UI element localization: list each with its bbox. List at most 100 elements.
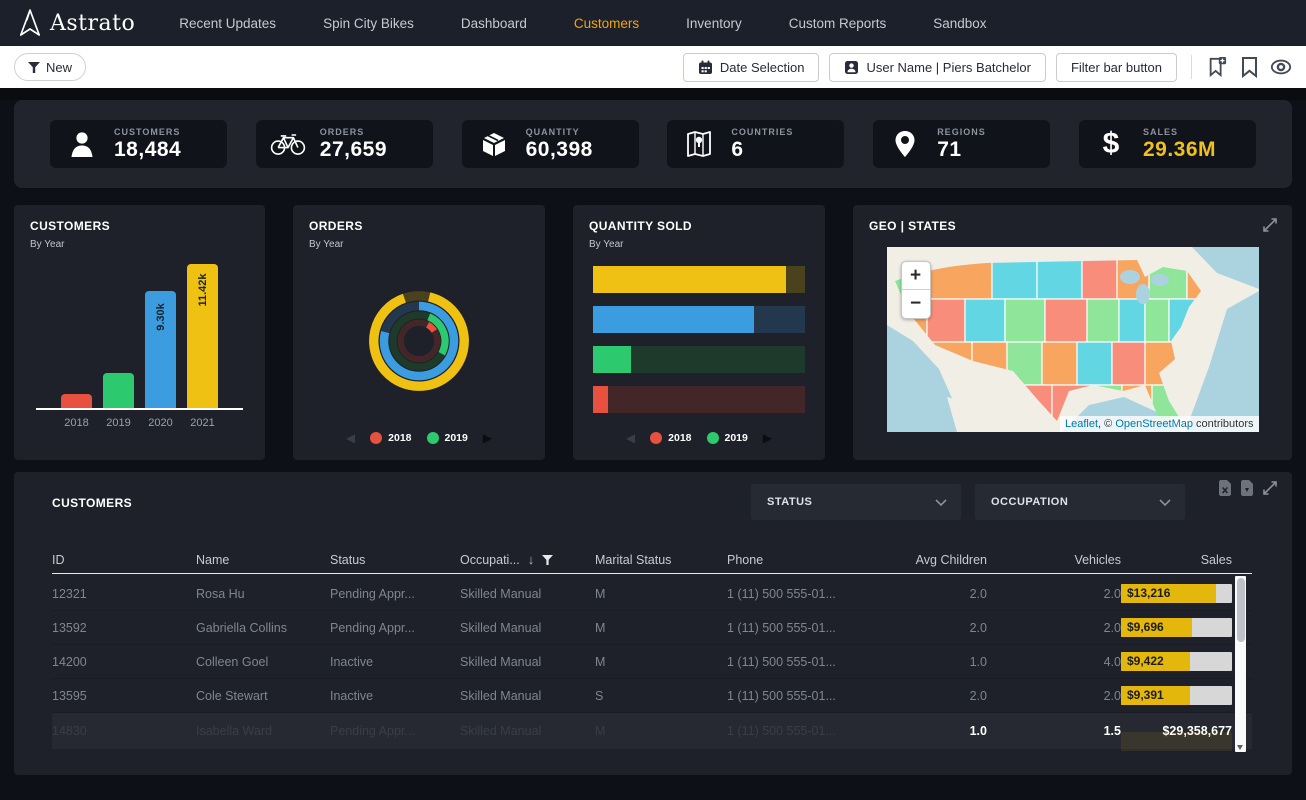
eye-icon[interactable] (1270, 56, 1292, 78)
table-title: CUSTOMERS (52, 496, 132, 510)
attribution-text: , © (1098, 418, 1115, 430)
legend-prev-icon[interactable]: ◀ (626, 432, 635, 444)
export-excel-icon[interactable] (1218, 480, 1232, 496)
column-filter-icon[interactable] (542, 555, 553, 565)
expand-icon[interactable] (1262, 217, 1278, 233)
legend-item-2019[interactable]: 2019 (707, 432, 748, 444)
nav-item-inventory[interactable]: Inventory (686, 16, 742, 31)
cell-status: Pending Appr... (330, 587, 460, 601)
legend-item-2019[interactable]: 2019 (427, 432, 468, 444)
dollar-icon: $ (1093, 129, 1129, 159)
nav-item-dashboard[interactable]: Dashboard (461, 16, 527, 31)
column-header-name[interactable]: Name (196, 553, 330, 567)
table-row[interactable]: 13595 Cole Stewart Inactive Skilled Manu… (52, 679, 1252, 713)
filter-toolbar: New Date Selection User Name | Piers Bat… (0, 46, 1306, 88)
dropdown-label: OCCUPATION (991, 496, 1068, 508)
osm-link[interactable]: OpenStreetMap (1115, 418, 1193, 430)
nav-item-spin-city-bikes[interactable]: Spin City Bikes (323, 16, 414, 31)
kpi-value: 60,398 (526, 138, 593, 162)
new-filter-button[interactable]: New (14, 53, 86, 81)
legend-item-2018[interactable]: 2018 (370, 432, 411, 444)
status-filter-dropdown[interactable]: STATUS (751, 484, 961, 520)
table-scrollbar[interactable] (1235, 576, 1246, 752)
hbar-2020[interactable] (593, 306, 805, 333)
bar-2019[interactable] (103, 373, 134, 408)
geo-states-card: GEO | STATES (853, 205, 1292, 460)
hbar-2019[interactable] (593, 346, 805, 373)
zoom-in-button[interactable]: + (902, 262, 930, 290)
cell-id: 14200 (52, 655, 196, 669)
sales-value: $9,696 (1121, 618, 1232, 637)
cell-status: Inactive (330, 655, 460, 669)
column-header-status[interactable]: Status (330, 553, 460, 567)
bookmark-add-icon[interactable] (1206, 56, 1228, 78)
date-selection-label: Date Selection (720, 60, 805, 75)
cell-id: 13592 (52, 621, 196, 635)
bar-2020[interactable]: 9.30k (145, 291, 176, 408)
nav-item-custom-reports[interactable]: Custom Reports (789, 16, 887, 31)
legend-label: 2018 (668, 432, 691, 444)
nav-item-customers[interactable]: Customers (574, 16, 639, 31)
legend-next-icon[interactable]: ▶ (483, 432, 492, 444)
column-header-occupation[interactable]: Occupati... ↓ (460, 552, 595, 567)
table-body: 12321 Rosa Hu Pending Appr... Skilled Ma… (52, 577, 1252, 713)
filter-bar-button[interactable]: Filter bar button (1056, 53, 1177, 82)
bar-2021[interactable]: 11.42k (187, 264, 218, 408)
chart-title: GEO | STATES (869, 219, 1276, 233)
package-icon (476, 130, 512, 158)
bookmark-icon[interactable] (1238, 56, 1260, 78)
kpi-label: SALES (1143, 127, 1216, 137)
cell-phone: 1 (11) 500 555-01... (727, 587, 857, 601)
cell-avg-children: 2.0 (857, 587, 987, 601)
ghost-cell-phone: 1 (11) 500 555-01... (727, 724, 857, 738)
top-navbar: Astrato Recent Updates Spin City Bikes D… (0, 0, 1306, 46)
column-header-id[interactable]: ID (52, 553, 196, 567)
bar-value-label: 9.30k (155, 304, 167, 332)
kpi-label: CUSTOMERS (114, 127, 181, 137)
column-header-marital-status[interactable]: Marital Status (595, 553, 727, 567)
donut-chart[interactable] (309, 250, 529, 432)
table-row[interactable]: 14200 Colleen Goel Inactive Skilled Manu… (52, 645, 1252, 679)
zoom-out-button[interactable]: − (902, 290, 930, 318)
astrato-logo[interactable]: Astrato (18, 8, 135, 38)
leaflet-map[interactable]: + − Leaflet, © OpenStreetMap contributor… (887, 247, 1259, 432)
hbar-2021[interactable] (593, 266, 805, 293)
sort-desc-icon: ↓ (528, 552, 535, 567)
column-header-phone[interactable]: Phone (727, 553, 857, 567)
chevron-down-icon (1159, 499, 1171, 506)
nav-item-sandbox[interactable]: Sandbox (933, 16, 986, 31)
bar-2018[interactable] (61, 394, 92, 408)
cell-status: Inactive (330, 689, 460, 703)
chevron-down-icon (935, 499, 947, 506)
filter-bar-label: Filter bar button (1071, 60, 1162, 75)
occupation-filter-dropdown[interactable]: OCCUPATION (975, 484, 1185, 520)
hbar-2018[interactable] (593, 386, 805, 413)
export-data-icon[interactable] (1240, 480, 1254, 496)
legend-label: 2019 (445, 432, 468, 444)
column-header-sales[interactable]: Sales (1121, 553, 1252, 567)
nav-item-recent-updates[interactable]: Recent Updates (179, 16, 276, 31)
chart-subtitle: By Year (589, 239, 809, 250)
scrollbar-down-arrow[interactable] (1237, 745, 1243, 750)
legend-prev-icon[interactable]: ◀ (346, 432, 355, 444)
hbar-chart (589, 266, 809, 426)
customers-chart-card: CUSTOMERS By Year 9.30k 11.42k 2018 2019… (14, 205, 265, 460)
ghost-cell-status: Pending Appr... (330, 724, 460, 738)
date-selection-button[interactable]: Date Selection (683, 53, 820, 82)
expand-icon[interactable] (1262, 480, 1278, 496)
leaflet-link[interactable]: Leaflet (1065, 418, 1098, 430)
cell-status: Pending Appr... (330, 621, 460, 635)
cell-marital: S (595, 689, 727, 703)
occupation-header-label: Occupati... (460, 553, 520, 567)
legend-item-2018[interactable]: 2018 (650, 432, 691, 444)
column-header-vehicles[interactable]: Vehicles (987, 553, 1121, 567)
scrollbar-thumb[interactable] (1237, 578, 1245, 642)
user-name-button[interactable]: User Name | Piers Batchelor (829, 53, 1046, 82)
column-header-avg-children[interactable]: Avg Children (857, 553, 987, 567)
orders-legend: ◀ 2018 2019 ▶ (309, 432, 529, 446)
legend-next-icon[interactable]: ▶ (763, 432, 772, 444)
kpi-orders: ORDERS 27,659 (256, 120, 433, 168)
table-row[interactable]: 12321 Rosa Hu Pending Appr... Skilled Ma… (52, 577, 1252, 611)
x-tick: 2019 (103, 417, 134, 429)
table-row[interactable]: 13592 Gabriella Collins Pending Appr... … (52, 611, 1252, 645)
